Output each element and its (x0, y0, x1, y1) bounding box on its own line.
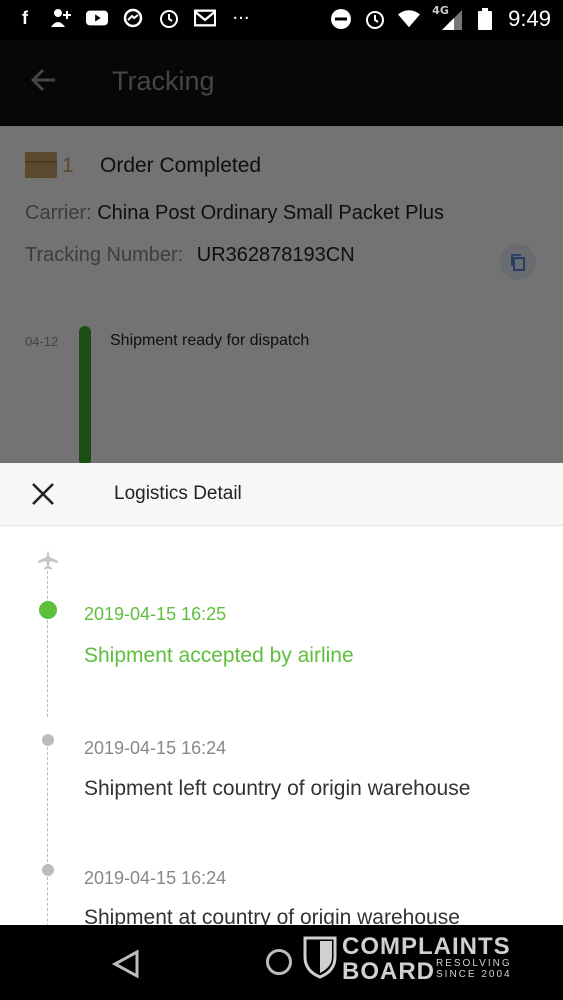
carrier-row: Carrier: China Post Ordinary Small Packe… (25, 202, 444, 225)
timeline-connector (47, 747, 48, 867)
app-bar: Tracking (0, 40, 563, 126)
event-time: 2019-04-15 16:25 (84, 604, 227, 624)
close-icon[interactable] (30, 481, 56, 507)
timeline-dot (42, 864, 54, 876)
signal-icon: 4G (432, 4, 463, 30)
timeline-connector (47, 877, 48, 925)
tracking-number-value: UR362878193CN (196, 244, 355, 266)
clock: 9:49 (508, 6, 551, 31)
timeline-connector (47, 571, 48, 717)
status-bar: f ··· 4G 9:49 (0, 0, 563, 40)
order-tracking-content: 1 Order Completed Carrier: China Post Or… (0, 126, 563, 463)
timeline-date: 04-12 (25, 334, 59, 349)
airplane-icon (37, 549, 59, 571)
copy-icon[interactable] (500, 244, 536, 280)
timeline-progress-bar (79, 326, 91, 463)
watermark-tag2: SINCE 2004 (436, 969, 512, 980)
logistics-detail-sheet: Logistics Detail 2019-04-15 16:25 Shipme… (0, 463, 563, 925)
watermark-line1: COMPLAINTS (342, 933, 511, 960)
wifi-icon (398, 8, 421, 30)
alarm-icon (158, 7, 180, 29)
network-type-label: 4G (432, 4, 449, 17)
gmail-icon (194, 7, 216, 29)
system-navigation-bar: COMPLAINTS BOARD RESOLVING SINCE 2004 (0, 925, 563, 1000)
page-title: Tracking (112, 66, 215, 96)
event-time: 2019-04-15 16:24 (84, 738, 227, 758)
watermark-tag1: RESOLVING (436, 958, 512, 969)
event-description: Shipment at country of origin warehouse (84, 906, 460, 925)
timeline-dot (42, 734, 54, 746)
youtube-icon (86, 7, 108, 29)
watermark-tagline: RESOLVING SINCE 2004 (436, 958, 512, 980)
facebook-icon: f (22, 7, 28, 28)
alarm-icon (364, 8, 386, 30)
tracking-number-row: Tracking Number: UR362878193CN (25, 244, 355, 267)
carrier-label: Carrier: (25, 202, 92, 224)
order-count: 1 (62, 154, 74, 177)
nav-home-icon[interactable] (266, 949, 292, 975)
sheet-title: Logistics Detail (114, 483, 242, 504)
event-time: 2019-04-15 16:24 (84, 868, 227, 888)
battery-icon (474, 8, 496, 30)
watermark-shield-logo (302, 935, 338, 979)
back-arrow-icon[interactable] (28, 64, 60, 96)
timeline-event-text: Shipment ready for dispatch (110, 332, 310, 349)
dnd-icon (330, 8, 352, 30)
tracking-number-label: Tracking Number: (25, 244, 184, 266)
timeline-dot-active (39, 601, 57, 619)
system-icons: 4G 9:49 (330, 4, 551, 32)
notification-icons: f ··· (14, 7, 252, 29)
sheet-header: Logistics Detail (0, 463, 563, 526)
add-person-icon (50, 7, 72, 29)
order-status: Order Completed (100, 154, 262, 177)
package-icon (25, 152, 57, 178)
event-description: Shipment accepted by airline (84, 644, 354, 667)
nav-back-icon[interactable] (111, 949, 140, 984)
more-icon: ··· (232, 7, 250, 29)
event-description: Shipment left country of origin warehous… (84, 777, 471, 800)
carrier-value: China Post Ordinary Small Packet Plus (97, 202, 445, 224)
messenger-icon (122, 7, 144, 29)
